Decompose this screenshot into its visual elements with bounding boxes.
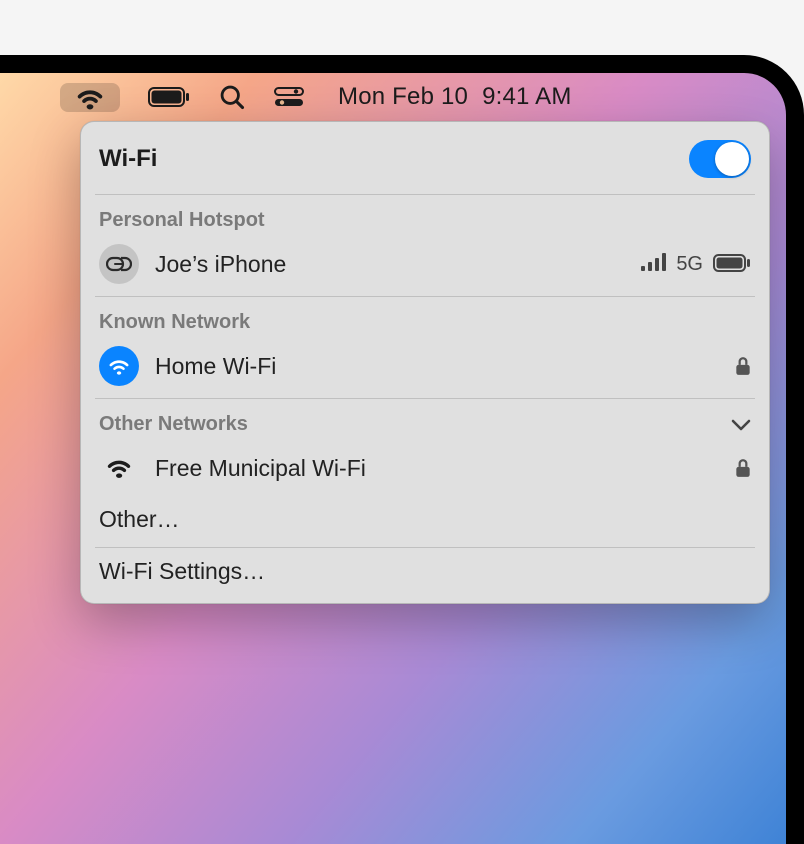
divider	[95, 296, 755, 297]
wifi-icon	[99, 448, 139, 488]
other-label: Other…	[99, 506, 751, 533]
menubar-wifi-icon[interactable]	[60, 83, 120, 112]
wifi-toggle[interactable]	[689, 140, 751, 178]
wifi-settings-label: Wi-Fi Settings…	[99, 558, 751, 585]
menubar-search-icon[interactable]	[218, 83, 246, 111]
menubar-battery-icon[interactable]	[148, 87, 190, 107]
lock-icon	[735, 458, 751, 478]
cellular-bars-icon	[640, 251, 666, 278]
hotspot-link-icon	[99, 244, 139, 284]
known-section-label: Known Network	[81, 299, 769, 340]
divider	[95, 194, 755, 195]
divider	[95, 547, 755, 548]
other-section-label: Other Networks	[99, 413, 248, 436]
menubar-datetime[interactable]: Mon Feb 10 9:41 AM	[338, 83, 572, 111]
desktop-screen: Mon Feb 10 9:41 AM Wi-Fi Personal Hotspo…	[0, 73, 786, 844]
known-network-item[interactable]: Home Wi-Fi	[81, 340, 769, 396]
wifi-dropdown: Wi-Fi Personal Hotspot Joe’s iPhone 5G K…	[80, 121, 770, 604]
hotspot-battery-icon	[713, 251, 751, 278]
other-networks-header[interactable]: Other Networks	[81, 401, 769, 442]
hotspot-item[interactable]: Joe’s iPhone 5G	[81, 238, 769, 294]
lock-icon	[735, 356, 751, 376]
hotspot-section-label: Personal Hotspot	[81, 197, 769, 238]
menubar-time: 9:41 AM	[482, 83, 571, 111]
wifi-settings-item[interactable]: Wi-Fi Settings…	[81, 550, 769, 597]
known-network-name: Home Wi-Fi	[155, 353, 719, 380]
menubar-date: Mon Feb 10	[338, 83, 468, 111]
menubar: Mon Feb 10 9:41 AM	[0, 73, 786, 121]
other-network-item[interactable]: Free Municipal Wi-Fi	[81, 442, 769, 498]
other-network-manual[interactable]: Other…	[81, 498, 769, 545]
divider	[95, 398, 755, 399]
other-network-name: Free Municipal Wi-Fi	[155, 455, 719, 482]
chevron-down-icon	[731, 418, 751, 432]
menubar-control-center-icon[interactable]	[274, 85, 304, 109]
cellular-tag: 5G	[676, 253, 703, 276]
wifi-connected-icon	[99, 346, 139, 386]
dropdown-title: Wi-Fi	[99, 145, 157, 173]
hotspot-status: 5G	[640, 251, 751, 278]
hotspot-name: Joe’s iPhone	[155, 251, 624, 278]
